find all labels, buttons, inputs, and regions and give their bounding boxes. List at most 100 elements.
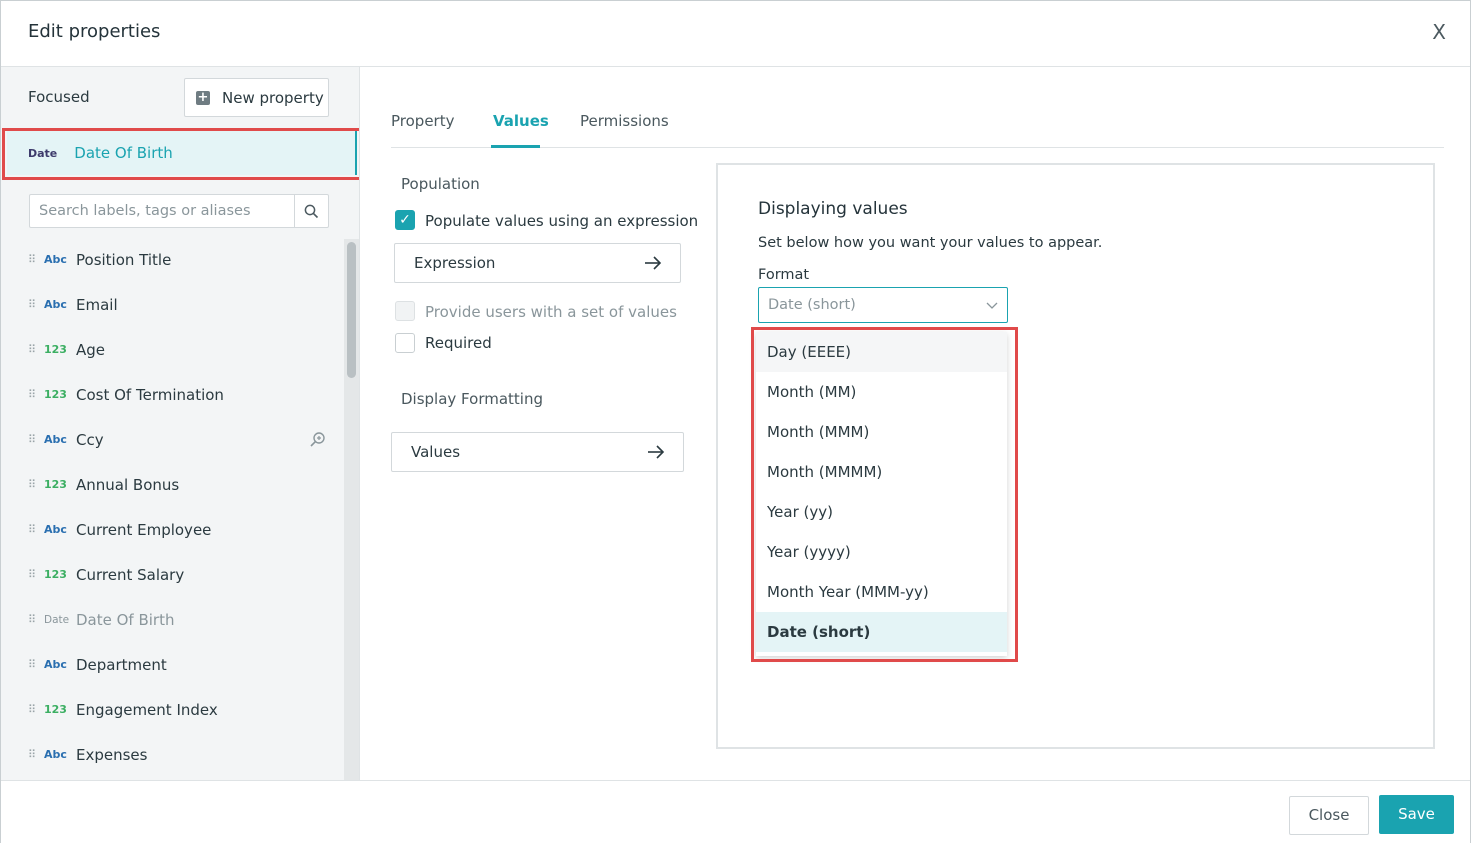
- search-button[interactable]: [294, 195, 328, 227]
- drag-handle-icon[interactable]: ⠿: [28, 253, 44, 266]
- drag-handle-icon[interactable]: ⠿: [28, 433, 44, 446]
- property-label: Expenses: [76, 745, 148, 764]
- format-option[interactable]: Year (yyyy): [756, 532, 1007, 572]
- list-item[interactable]: ⠿ 123 Engagement Index: [1, 687, 346, 732]
- text-type-icon: Abc: [44, 433, 67, 446]
- properties-sidebar: Focused + New property Date Date Of Birt…: [1, 67, 360, 780]
- text-type-icon: Abc: [44, 748, 67, 761]
- dialog-footer: Close Save: [1, 780, 1470, 843]
- text-type-icon: Abc: [44, 298, 67, 311]
- tab-permissions[interactable]: Permissions: [580, 112, 669, 130]
- list-item[interactable]: ⠿ Date Date Of Birth: [1, 597, 346, 642]
- save-button[interactable]: Save: [1379, 795, 1454, 834]
- list-item[interactable]: ⠿ 123 Current Salary: [1, 552, 346, 597]
- tab-property[interactable]: Property: [391, 112, 454, 130]
- format-option[interactable]: Month (MMM): [756, 412, 1007, 452]
- dialog-header: Edit properties X: [1, 1, 1470, 67]
- display-formatting-title: Display Formatting: [401, 390, 543, 408]
- text-type-icon: Abc: [44, 523, 67, 536]
- required-label: Required: [425, 334, 492, 352]
- list-item[interactable]: ⠿ 123 Cost Of Termination: [1, 372, 346, 417]
- list-item[interactable]: ⠿ 123 Age: [1, 327, 346, 372]
- text-type-icon: Abc: [44, 658, 67, 671]
- population-title: Population: [401, 175, 480, 193]
- search-icon: [304, 204, 319, 218]
- property-label: Annual Bonus: [76, 475, 180, 494]
- list-item[interactable]: ⠿ Abc Current Employee: [1, 507, 346, 552]
- property-label: Age: [76, 340, 106, 359]
- displaying-values-heading: Displaying values: [758, 199, 908, 219]
- new-property-label: New property: [222, 88, 324, 107]
- property-label: Current Salary: [76, 565, 185, 584]
- arrow-right-icon: [648, 445, 665, 459]
- zoom-icon[interactable]: [309, 431, 326, 448]
- format-selected-value: Date (short): [768, 297, 856, 313]
- new-property-button[interactable]: + New property: [184, 78, 329, 117]
- values-button-label: Values: [411, 443, 461, 461]
- property-label: Date Of Birth: [76, 610, 175, 629]
- number-type-icon: 123: [44, 568, 67, 581]
- selected-property[interactable]: Date Date Of Birth: [7, 131, 357, 175]
- format-option-selected[interactable]: Date (short): [756, 612, 1007, 652]
- property-label: Cost Of Termination: [76, 385, 224, 404]
- format-option[interactable]: Month (MM): [756, 372, 1007, 412]
- populate-expression-label: Populate values using an expression: [425, 212, 699, 230]
- list-item[interactable]: ⠿ Abc Email: [1, 282, 346, 327]
- edit-properties-dialog: Edit properties X Focused + New property…: [0, 0, 1471, 843]
- format-option[interactable]: Month Year (MMM-yy): [756, 572, 1007, 612]
- drag-handle-icon[interactable]: ⠿: [28, 658, 44, 671]
- search-input[interactable]: Search labels, tags or aliases: [29, 194, 329, 228]
- drag-handle-icon[interactable]: ⠿: [28, 343, 44, 356]
- sidebar-scrollbar[interactable]: [344, 239, 359, 780]
- provide-values-label: Provide users with a set of values: [425, 303, 677, 321]
- list-item[interactable]: ⠿ Abc Department: [1, 642, 346, 687]
- close-button[interactable]: Close: [1289, 796, 1369, 835]
- list-item[interactable]: ⠿ Abc Ccy: [1, 417, 346, 462]
- number-type-icon: 123: [44, 703, 67, 716]
- active-tab-indicator: [491, 145, 540, 148]
- number-type-icon: 123: [44, 388, 67, 401]
- tab-values[interactable]: Values: [493, 112, 549, 130]
- format-dropdown-menu: Day (EEEE) Month (MM) Month (MMM) Month …: [756, 332, 1007, 656]
- scrollbar-thumb[interactable]: [347, 242, 356, 378]
- arrow-right-icon: [645, 256, 662, 270]
- format-option[interactable]: Day (EEEE): [756, 332, 1007, 372]
- drag-handle-icon[interactable]: ⠿: [28, 478, 44, 491]
- property-label: Current Employee: [76, 520, 212, 539]
- values-button[interactable]: Values: [391, 432, 684, 472]
- displaying-values-description: Set below how you want your values to ap…: [758, 235, 1103, 251]
- list-item[interactable]: ⠿ Abc Position Title: [1, 237, 346, 282]
- drag-handle-icon[interactable]: ⠿: [28, 388, 44, 401]
- expression-button[interactable]: Expression: [394, 243, 681, 283]
- chevron-down-icon: [986, 302, 998, 309]
- drag-handle-icon[interactable]: ⠿: [28, 748, 44, 761]
- property-label: Position Title: [76, 250, 172, 269]
- number-type-icon: 123: [44, 343, 67, 356]
- property-label: Ccy: [76, 430, 104, 449]
- property-label: Email: [76, 295, 118, 314]
- populate-expression-checkbox[interactable]: ✓: [395, 210, 415, 230]
- drag-handle-icon[interactable]: ⠿: [28, 568, 44, 581]
- expression-button-label: Expression: [414, 254, 496, 272]
- format-label: Format: [758, 267, 810, 283]
- provide-values-checkbox[interactable]: [395, 301, 415, 321]
- format-option[interactable]: Year (yy): [756, 492, 1007, 532]
- property-label: Engagement Index: [76, 700, 218, 719]
- close-icon[interactable]: X: [1432, 20, 1446, 44]
- required-checkbox[interactable]: [395, 333, 415, 353]
- drag-handle-icon[interactable]: ⠿: [28, 703, 44, 716]
- dialog-title: Edit properties: [28, 21, 161, 42]
- drag-handle-icon[interactable]: ⠿: [28, 298, 44, 311]
- list-item[interactable]: ⠿ 123 Annual Bonus: [1, 462, 346, 507]
- tab-bar: Property Values Permissions: [391, 109, 1444, 148]
- date-type-icon: Date: [28, 146, 58, 160]
- text-type-icon: Abc: [44, 253, 67, 266]
- format-option[interactable]: Month (MMMM): [756, 452, 1007, 492]
- list-item[interactable]: ⠿ Abc Expenses: [1, 732, 346, 777]
- plus-icon: +: [196, 89, 210, 105]
- format-select[interactable]: Date (short): [758, 287, 1008, 323]
- number-type-icon: 123: [44, 478, 67, 491]
- drag-handle-icon[interactable]: ⠿: [28, 523, 44, 536]
- property-label: Department: [76, 655, 167, 674]
- drag-handle-icon[interactable]: ⠿: [28, 613, 44, 626]
